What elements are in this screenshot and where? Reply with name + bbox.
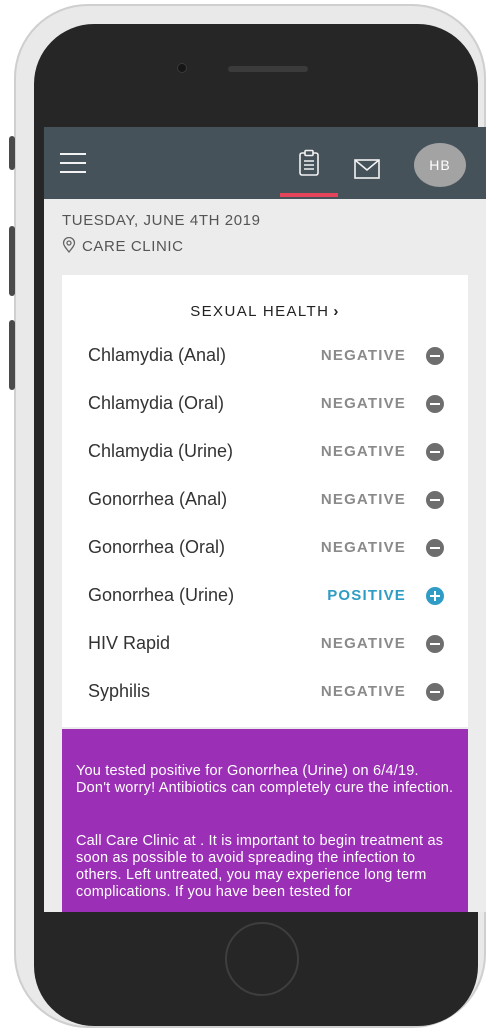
mute-switch xyxy=(9,136,15,170)
speaker-grill xyxy=(228,66,308,72)
test-row[interactable]: Gonorrhea (Oral) NEGATIVE xyxy=(88,533,444,561)
test-name: HIV Rapid xyxy=(88,633,171,653)
visit-location: CARE CLINIC xyxy=(62,236,184,255)
section-title-link[interactable]: SEXUAL HEALTH › xyxy=(62,303,468,320)
notice-paragraph: You tested positive for Gonorrhea (Urine… xyxy=(76,763,454,796)
test-name: Gonorrhea (Anal) xyxy=(88,489,228,509)
test-result: NEGATIVE xyxy=(320,443,406,460)
plus-circle-icon[interactable] xyxy=(426,587,444,605)
app-screen: HB TUESDAY, JUNE 4TH 2019 CARE CLINIC SE… xyxy=(44,127,486,912)
test-row[interactable]: HIV Rapid NEGATIVE xyxy=(88,629,444,657)
results-card: SEXUAL HEALTH › Chlamydia (Anal) NEGATIVE… xyxy=(62,275,468,727)
visit-date: TUESDAY, JUNE 4TH 2019 xyxy=(62,212,261,229)
test-name: Gonorrhea (Urine) xyxy=(88,585,235,605)
test-name: Gonorrhea (Oral) xyxy=(88,537,226,557)
minus-circle-icon[interactable] xyxy=(426,539,444,557)
test-result: NEGATIVE xyxy=(320,491,406,508)
map-pin-icon xyxy=(62,236,76,254)
test-name: Chlamydia (Oral) xyxy=(88,393,225,413)
location-label: CARE CLINIC xyxy=(82,238,184,255)
clipboard-icon[interactable] xyxy=(298,149,320,177)
minus-circle-icon[interactable] xyxy=(426,683,444,701)
test-row[interactable]: Chlamydia (Anal) NEGATIVE xyxy=(88,341,444,369)
test-result: NEGATIVE xyxy=(320,395,406,412)
user-avatar[interactable]: HB xyxy=(414,143,466,187)
test-row[interactable]: Syphilis NEGATIVE xyxy=(88,677,444,705)
minus-circle-icon[interactable] xyxy=(426,635,444,653)
camera-icon xyxy=(178,64,186,72)
home-button[interactable] xyxy=(225,922,299,996)
chevron-right-icon: › xyxy=(333,303,340,320)
test-name: Chlamydia (Anal) xyxy=(88,345,227,365)
minus-circle-icon[interactable] xyxy=(426,395,444,413)
hamburger-icon[interactable] xyxy=(60,153,86,173)
test-row[interactable]: Chlamydia (Urine) NEGATIVE xyxy=(88,437,444,465)
test-result: NEGATIVE xyxy=(320,683,406,700)
test-row[interactable]: Gonorrhea (Urine) POSITIVE xyxy=(88,581,444,609)
active-tab-indicator xyxy=(280,193,338,197)
test-row[interactable]: Gonorrhea (Anal) NEGATIVE xyxy=(88,485,444,513)
minus-circle-icon[interactable] xyxy=(426,443,444,461)
test-name: Chlamydia (Urine) xyxy=(88,441,234,461)
test-row[interactable]: Chlamydia (Oral) NEGATIVE xyxy=(88,389,444,417)
positive-result-notice: You tested positive for Gonorrhea (Urine… xyxy=(62,729,468,912)
notice-paragraph: Call Care Clinic at . It is important to… xyxy=(76,833,444,900)
envelope-icon[interactable] xyxy=(354,159,380,179)
test-name: Syphilis xyxy=(88,681,151,701)
volume-down-button xyxy=(9,320,15,390)
top-navigation-bar: HB xyxy=(44,127,486,199)
test-result: NEGATIVE xyxy=(320,539,406,556)
test-result: NEGATIVE xyxy=(320,635,406,652)
section-title: SEXUAL HEALTH xyxy=(190,303,330,320)
test-result: NEGATIVE xyxy=(320,347,406,364)
minus-circle-icon[interactable] xyxy=(426,491,444,509)
minus-circle-icon[interactable] xyxy=(426,347,444,365)
volume-up-button xyxy=(9,226,15,296)
test-result: POSITIVE xyxy=(327,587,406,604)
